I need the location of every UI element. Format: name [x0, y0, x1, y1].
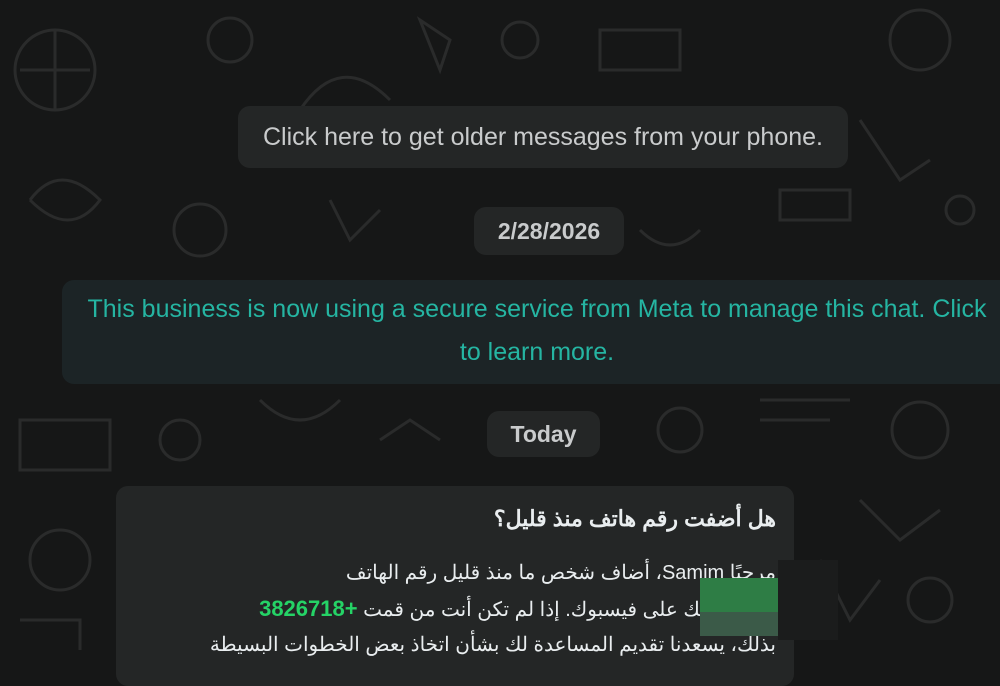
- redaction-block-lower: [700, 612, 778, 636]
- incoming-message-bubble[interactable]: هل أضفت رقم هاتف منذ قليل؟ مرحبًا Samim،…: [116, 486, 794, 686]
- message-question: هل أضفت رقم هاتف منذ قليل؟: [493, 506, 776, 531]
- phone-number-link[interactable]: +3826718: [259, 596, 358, 621]
- message-line-3: بذلك، يسعدنا تقديم المساعدة لك بشأن اتخا…: [209, 634, 776, 656]
- date-separator: 2/28/2026: [474, 207, 624, 255]
- blurred-area: [778, 560, 838, 640]
- business-notice-banner[interactable]: This business is now using a secure serv…: [62, 280, 1000, 384]
- message-line-2: إلى حسابك على فيسبوك. إذا لم تكن أنت من …: [259, 596, 776, 622]
- today-separator: Today: [487, 411, 600, 457]
- business-notice-line2: to learn more.: [459, 338, 615, 366]
- get-older-messages-button[interactable]: Click here to get older messages from yo…: [238, 106, 848, 168]
- business-notice-line1: This business is now using a secure serv…: [87, 295, 987, 323]
